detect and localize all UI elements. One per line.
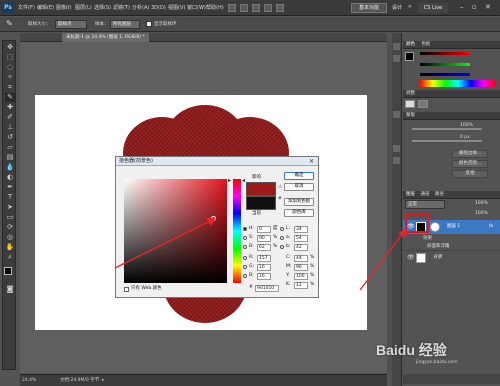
annotation-arrows [114,218,407,291]
arrow-to-picker [114,219,213,269]
arrow-head-layer [398,228,407,238]
arrow-to-layer [359,231,405,291]
